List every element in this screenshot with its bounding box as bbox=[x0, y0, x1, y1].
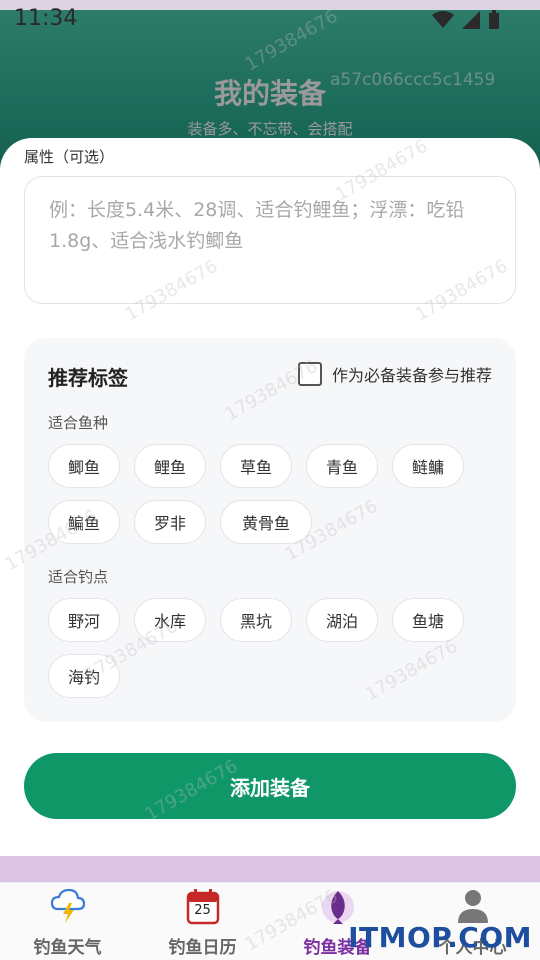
wifi-icon bbox=[432, 11, 454, 28]
status-bar: 11:34 bbox=[0, 6, 540, 34]
tab-weather[interactable]: 钓鱼天气 bbox=[0, 883, 135, 960]
recommend-tags-title: 推荐标签 bbox=[48, 366, 128, 390]
tab-label: 钓鱼天气 bbox=[33, 938, 102, 958]
spot-chips: 野河 水库 黑坑 湖泊 鱼塘 海钓 bbox=[48, 598, 498, 698]
spot-chip[interactable]: 野河 bbox=[48, 598, 120, 642]
spot-chip[interactable]: 海钓 bbox=[48, 654, 120, 698]
fish-chip[interactable]: 草鱼 bbox=[220, 444, 292, 488]
recommend-tags-panel: 推荐标签 作为必备装备参与推荐 适合鱼种 鲫鱼 鲤鱼 草鱼 青鱼 鲢鳙 鳊鱼 罗… bbox=[24, 338, 516, 722]
spot-chip[interactable]: 水库 bbox=[134, 598, 206, 642]
must-have-checkbox[interactable] bbox=[297, 362, 322, 386]
fish-chip[interactable]: 鳊鱼 bbox=[48, 500, 120, 544]
fish-chip[interactable]: 鲫鱼 bbox=[48, 444, 120, 488]
battery-icon bbox=[489, 10, 499, 29]
spot-chip[interactable]: 黑坑 bbox=[220, 598, 292, 642]
form-card: 属性（可选） 例：长度5.4米、28调、适合钓鲤鱼；浮漂：吃铅1.8g、适合浅水… bbox=[0, 138, 540, 858]
status-time: 11:34 bbox=[14, 6, 78, 31]
fish-chip[interactable]: 鲤鱼 bbox=[134, 444, 206, 488]
page-subtitle: 装备多、不忘带、会搭配 bbox=[187, 120, 353, 138]
tab-calendar[interactable]: 25 钓鱼日历 bbox=[135, 883, 270, 960]
add-equipment-button[interactable]: 添加装备 bbox=[24, 753, 516, 819]
corner-logo-text: ITMOP.COM bbox=[348, 921, 532, 954]
must-have-label: 作为必备装备参与推荐 bbox=[331, 366, 492, 385]
fish-chip[interactable]: 鲢鳙 bbox=[392, 444, 464, 488]
signal-icon bbox=[462, 11, 480, 29]
fish-chip[interactable]: 黄骨鱼 bbox=[220, 500, 312, 544]
spot-chip[interactable]: 湖泊 bbox=[306, 598, 378, 642]
must-have-toggle[interactable]: 作为必备装备参与推荐 bbox=[297, 362, 492, 386]
spot-group-label: 适合钓点 bbox=[48, 568, 109, 586]
fish-group-label: 适合鱼种 bbox=[48, 414, 109, 432]
spot-chip[interactable]: 鱼塘 bbox=[392, 598, 464, 642]
calendar-day: 25 bbox=[194, 903, 211, 918]
status-icons bbox=[432, 10, 500, 30]
fish-chip[interactable]: 罗非 bbox=[134, 500, 206, 544]
weather-icon bbox=[50, 888, 85, 923]
attributes-label: 属性（可选） bbox=[24, 148, 115, 166]
tab-label: 钓鱼日历 bbox=[168, 938, 237, 958]
fish-gear-icon bbox=[321, 891, 354, 924]
corner-logo: ITMOP.COM bbox=[348, 918, 540, 960]
fish-chips: 鲫鱼 鲤鱼 草鱼 青鱼 鲢鳙 鳊鱼 罗非 黄骨鱼 bbox=[48, 444, 498, 544]
attributes-input[interactable]: 例：长度5.4米、28调、适合钓鲤鱼；浮漂：吃铅1.8g、适合浅水钓鲫鱼 bbox=[24, 176, 516, 304]
page-title: 我的装备 bbox=[213, 77, 326, 110]
fish-chip[interactable]: 青鱼 bbox=[306, 444, 378, 488]
divider-strip bbox=[0, 856, 540, 882]
